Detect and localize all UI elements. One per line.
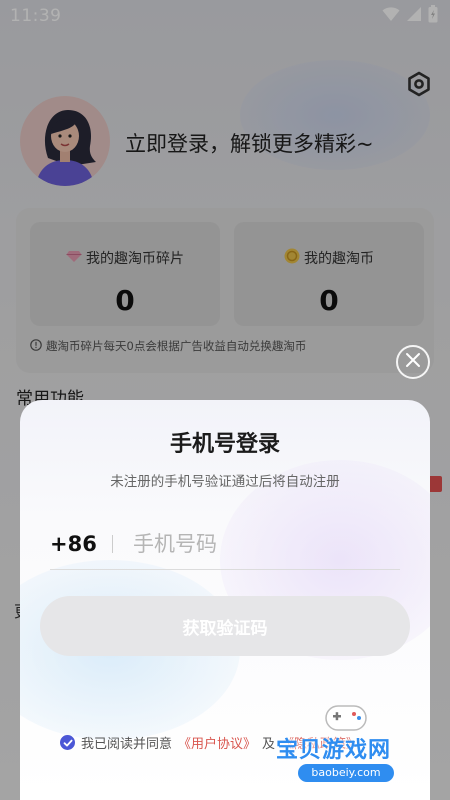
user-agreement-link[interactable]: 《用户协议》 (178, 733, 256, 752)
phone-input-row: +86 (50, 518, 400, 570)
modal-subtitle: 未注册的手机号验证通过后将自动注册 (110, 474, 340, 490)
watermark-url: baobeiy.com (298, 764, 394, 782)
agreement-checkbox[interactable] (60, 735, 75, 750)
get-code-button[interactable]: 获取验证码 (40, 596, 410, 656)
divider (112, 534, 113, 553)
watermark-text: 宝贝游戏网 (276, 738, 392, 763)
close-icon (405, 352, 421, 372)
check-icon (63, 739, 72, 746)
country-code[interactable]: +86 (50, 532, 112, 556)
agreement-prefix: 我已阅读并同意 (81, 737, 173, 752)
close-button[interactable] (396, 345, 430, 379)
watermark: 宝贝游戏网 baobeiy.com (276, 700, 426, 790)
agreement-and: 及 (262, 737, 276, 752)
modal-title: 手机号登录 (169, 432, 280, 457)
phone-input[interactable] (133, 531, 363, 556)
